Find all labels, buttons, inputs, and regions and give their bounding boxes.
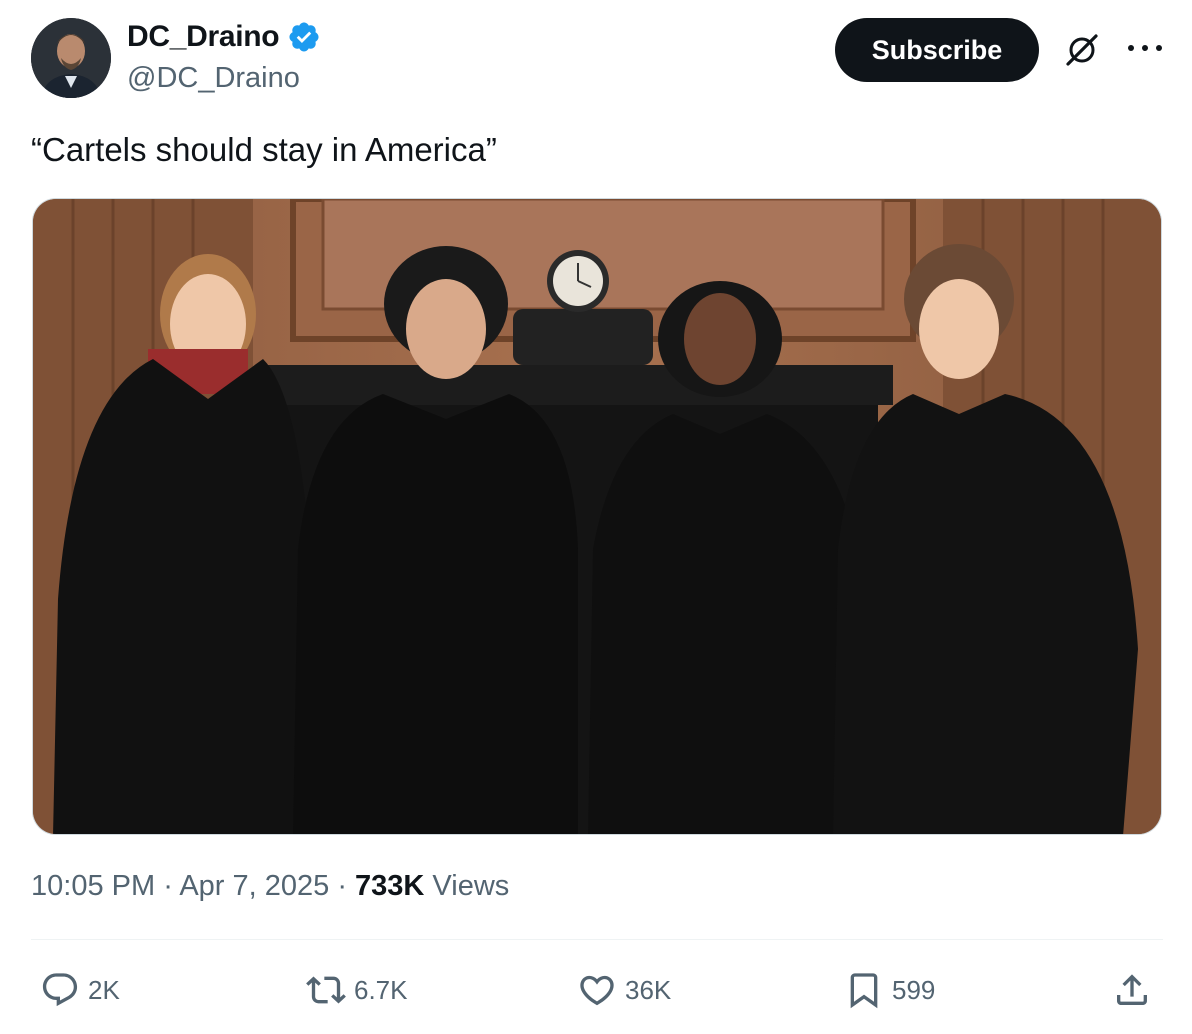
reply-icon [42, 973, 78, 1007]
meta-separator: · [155, 870, 180, 902]
bookmark-count: 599 [892, 974, 936, 1005]
subscribe-button[interactable]: Subscribe [835, 18, 1039, 82]
like-count: 36K [625, 974, 672, 1005]
author-name-row[interactable]: DC_Draino [127, 20, 321, 54]
repost-count: 6.7K [354, 974, 408, 1005]
avatar-photo [31, 18, 111, 98]
avatar[interactable] [31, 18, 111, 98]
views-count[interactable]: 733K [355, 870, 424, 902]
tweet-text: “Cartels should stay in America” [31, 131, 497, 168]
reply-button[interactable]: 2K [40, 968, 120, 1012]
heart-icon [580, 975, 614, 1006]
tweet-photo[interactable] [32, 198, 1162, 835]
repost-icon [306, 976, 346, 1004]
tweet-time[interactable]: 10:05 PM [31, 870, 155, 902]
repost-button[interactable]: 6.7K [306, 968, 408, 1012]
like-button[interactable]: 36K [577, 968, 671, 1012]
verified-badge-icon[interactable] [287, 20, 321, 54]
grok-icon[interactable] [1062, 30, 1102, 70]
author-name[interactable]: DC_Draino [127, 20, 280, 54]
share-button[interactable] [1112, 968, 1152, 1012]
share-icon [1117, 974, 1147, 1005]
meta-separator: · [329, 870, 356, 902]
bookmark-icon [850, 973, 878, 1009]
views-label: Views [424, 870, 510, 902]
tweet-meta: 10:05 PM · Apr 7, 2025 · 733K Views [31, 870, 509, 903]
bookmark-button[interactable]: 599 [844, 968, 935, 1012]
more-icon[interactable] [1128, 42, 1162, 54]
reply-count: 2K [88, 974, 120, 1005]
tweet-date[interactable]: Apr 7, 2025 [179, 870, 329, 902]
author-handle[interactable]: @DC_Draino [127, 62, 300, 95]
divider [31, 939, 1163, 940]
tweet-photo-image [33, 199, 1161, 834]
